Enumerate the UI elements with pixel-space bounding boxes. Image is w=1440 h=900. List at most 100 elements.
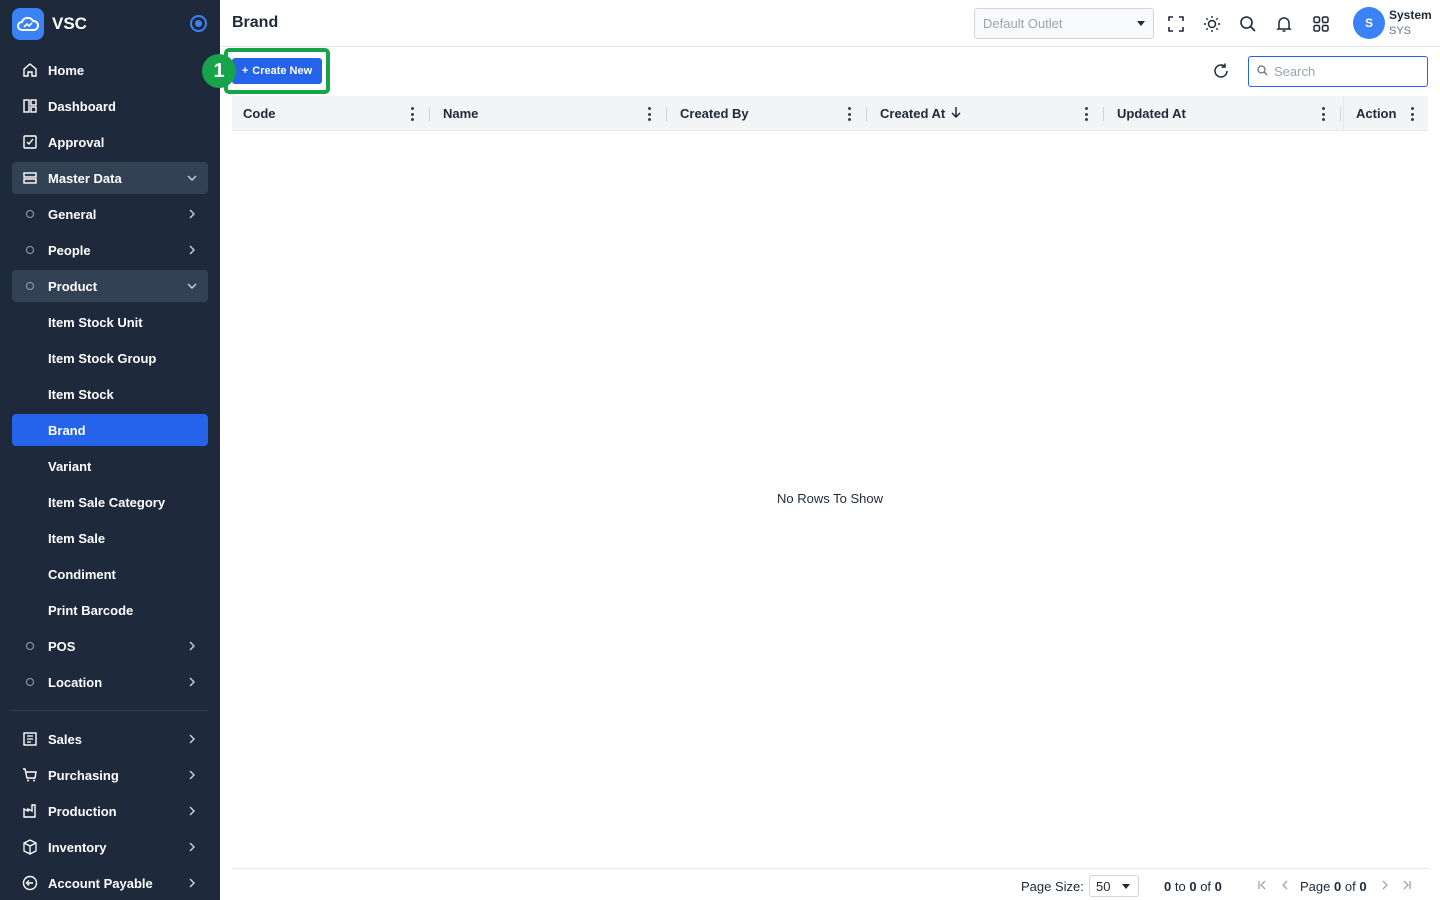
avatar[interactable]: S (1353, 7, 1385, 39)
sidebar-item-label: Item Sale Category (48, 494, 166, 510)
page-word: Page (1300, 879, 1331, 894)
create-new-button[interactable]: + Create New (232, 58, 322, 84)
sidebar-item-label: Item Stock (48, 386, 114, 402)
app-name: VSC (52, 13, 87, 33)
column-menu-icon[interactable] (1410, 107, 1414, 121)
sidebar-item-label: Variant (48, 458, 92, 474)
search-icon[interactable] (1237, 13, 1259, 35)
column-header-created-by[interactable]: Created By (669, 96, 865, 131)
search-input[interactable] (1274, 64, 1414, 79)
column-header-action[interactable]: Action (1343, 96, 1428, 131)
sidebar-item-label: Item Stock Unit (48, 314, 143, 330)
refresh-icon[interactable] (1212, 62, 1234, 84)
sidebar-item-condiment[interactable]: Condiment (12, 558, 208, 590)
search-icon (1257, 64, 1268, 79)
column-header-label: Code (243, 106, 276, 121)
sidebar-item-master-data[interactable]: Master Data (12, 162, 208, 194)
column-header-created-at[interactable]: Created At (869, 96, 1102, 131)
sidebar-item-label: Location (48, 674, 103, 690)
column-separator[interactable] (429, 107, 430, 121)
sidebar-item-item-stock-unit[interactable]: Item Stock Unit (12, 306, 208, 338)
column-menu-icon[interactable] (410, 107, 414, 121)
column-separator[interactable] (1340, 107, 1341, 121)
column-menu-icon[interactable] (1321, 107, 1325, 121)
sidebar-item-item-stock[interactable]: Item Stock (12, 378, 208, 410)
search-box[interactable] (1248, 56, 1428, 87)
circle-icon (26, 642, 34, 650)
user-code: SYS (1389, 25, 1412, 37)
column-separator[interactable] (1103, 107, 1104, 121)
sidebar-item-item-stock-group[interactable]: Item Stock Group (12, 342, 208, 374)
sidebar-item-label: Brand (48, 422, 86, 438)
circle-icon (26, 210, 34, 218)
range-to-word: to (1174, 879, 1186, 894)
last-page-icon[interactable] (1400, 878, 1414, 892)
sidebar-item-general[interactable]: General (12, 198, 208, 230)
prev-page-icon[interactable] (1278, 878, 1292, 892)
sidebar-pin-icon[interactable] (190, 15, 207, 32)
sidebar-item-inventory[interactable]: Inventory (12, 831, 208, 863)
sidebar-item-purchasing[interactable]: Purchasing (12, 759, 208, 791)
sidebar-item-label: Purchasing (48, 767, 119, 783)
sidebar-item-label: General (48, 206, 97, 222)
cart-icon (12, 767, 48, 783)
grid-pagination: Page Size: 50 0 to 0 of 0 Page 0 of 0 (232, 868, 1428, 900)
sidebar-item-brand[interactable]: Brand (12, 414, 208, 446)
sidebar-item-label: People (48, 242, 91, 258)
outlet-select[interactable]: Default Outlet (974, 8, 1154, 39)
arrow-left-circle-icon (12, 875, 48, 891)
sidebar-item-home[interactable]: Home (12, 54, 208, 86)
fullscreen-icon[interactable] (1165, 13, 1187, 35)
column-header-name[interactable]: Name (432, 96, 665, 131)
page-size-select[interactable]: 50 (1089, 875, 1139, 897)
column-menu-icon[interactable] (1084, 107, 1088, 121)
dashboard-icon (12, 98, 48, 114)
sidebar-item-label: Home (48, 62, 85, 78)
sidebar-divider (12, 710, 208, 711)
caret-down-icon (1122, 884, 1130, 889)
column-header-updated-at[interactable]: Updated At (1106, 96, 1339, 131)
column-menu-icon[interactable] (847, 107, 851, 121)
sidebar-item-account-payable[interactable]: Account Payable (12, 867, 208, 899)
apps-grid-icon[interactable] (1310, 13, 1332, 35)
column-separator[interactable] (866, 107, 867, 121)
column-header-code[interactable]: Code (232, 96, 428, 131)
sidebar-item-label: Print Barcode (48, 602, 134, 618)
bell-icon[interactable] (1273, 13, 1295, 35)
sidebar-item-people[interactable]: People (12, 234, 208, 266)
circle-icon (26, 678, 34, 686)
column-separator[interactable] (666, 107, 667, 121)
sidebar-item-dashboard[interactable]: Dashboard (12, 90, 208, 122)
next-page-icon[interactable] (1378, 878, 1392, 892)
top-header: Brand Default Outlet S System SYS (220, 0, 1440, 47)
sidebar-item-print-barcode[interactable]: Print Barcode (12, 594, 208, 626)
sidebar-item-location[interactable]: Location (12, 666, 208, 698)
first-page-icon[interactable] (1255, 878, 1269, 892)
sidebar-item-product[interactable]: Product (12, 270, 208, 302)
range-from: 0 (1164, 879, 1172, 894)
home-icon (12, 62, 48, 78)
plus-icon: + (241, 65, 249, 77)
sidebar-item-item-sale-category[interactable]: Item Sale Category (12, 486, 208, 518)
sidebar-item-production[interactable]: Production (12, 795, 208, 827)
sidebar-item-label: Condiment (48, 566, 116, 582)
sidebar: VSC Home Dashboard Approval Master Data … (0, 0, 220, 900)
column-header-label: Updated At (1117, 106, 1186, 121)
sidebar-item-item-sale[interactable]: Item Sale (12, 522, 208, 554)
sidebar-item-pos[interactable]: POS (12, 630, 208, 662)
sidebar-item-approval[interactable]: Approval (12, 126, 208, 158)
range-of-word: of (1200, 879, 1212, 894)
column-header-label: Name (443, 106, 479, 121)
column-menu-icon[interactable] (647, 107, 651, 121)
chevron-right-icon (186, 877, 198, 892)
sun-icon[interactable] (1201, 13, 1223, 35)
caret-down-icon (1137, 21, 1145, 26)
chevron-right-icon (186, 805, 198, 820)
outlet-select-placeholder: Default Outlet (983, 16, 1063, 31)
brand-row: VSC (0, 0, 220, 47)
grid-toolbar: + Create New 1 (202, 48, 1428, 95)
sidebar-item-variant[interactable]: Variant (12, 450, 208, 482)
column-header-label: Created At (880, 106, 946, 121)
sidebar-item-sales[interactable]: Sales (12, 723, 208, 755)
user-name: System (1389, 8, 1432, 22)
